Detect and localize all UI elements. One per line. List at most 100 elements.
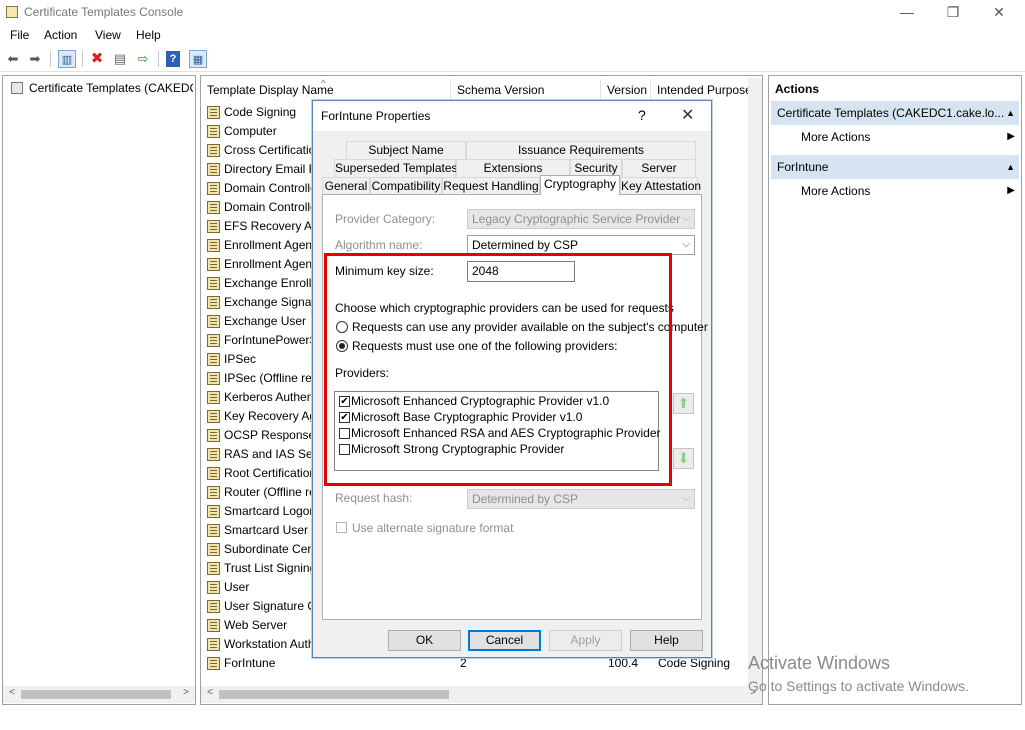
apply-button[interactable]: Apply bbox=[549, 630, 622, 651]
certificate-template-icon bbox=[207, 600, 220, 613]
more-actions-templates[interactable]: More Actions ▶ bbox=[801, 126, 1017, 148]
certificate-template-icon bbox=[207, 201, 220, 214]
radio-specific-providers[interactable] bbox=[336, 340, 348, 352]
ok-button[interactable]: OK bbox=[388, 630, 461, 651]
provider-checkbox[interactable] bbox=[339, 428, 350, 439]
activate-windows-hint: Go to Settings to activate Windows. bbox=[748, 678, 969, 694]
certificate-template-icon bbox=[207, 258, 220, 271]
tab-issuance-requirements[interactable]: Issuance Requirements bbox=[466, 141, 696, 159]
show-action-pane-icon[interactable]: ▦ bbox=[189, 50, 207, 68]
template-name: ForIntune bbox=[224, 656, 276, 670]
certificate-template-icon bbox=[207, 410, 220, 423]
provider-checkbox[interactable]: ✔ bbox=[339, 396, 350, 407]
actions-title: Actions bbox=[775, 82, 820, 96]
chevron-down-icon: ⌵ bbox=[682, 213, 690, 224]
tab-compatibility[interactable]: Compatibility bbox=[370, 177, 442, 195]
close-window-button[interactable]: ✕ bbox=[976, 0, 1022, 25]
tree-item-certificate-templates[interactable]: Certificate Templates (CAKEDC1 bbox=[7, 79, 193, 97]
certificate-folder-icon bbox=[11, 82, 23, 94]
scroll-right-icon[interactable]: > bbox=[179, 687, 193, 698]
radio-specific-providers-label: Requests must use one of the following p… bbox=[352, 339, 618, 353]
certificate-template-icon bbox=[207, 125, 220, 138]
radio-any-provider[interactable] bbox=[336, 321, 348, 333]
column-header-intended-purpose[interactable]: Intended Purpose bbox=[651, 79, 751, 101]
provider-checkbox[interactable]: ✔ bbox=[339, 412, 350, 423]
tab-superseded-templates[interactable]: Superseded Templates bbox=[334, 159, 458, 177]
template-name: Exchange Signature Only bbox=[224, 295, 312, 309]
template-name: Subordinate Certification Authority bbox=[224, 542, 312, 556]
more-actions-forintune[interactable]: More Actions ▶ bbox=[801, 180, 1017, 202]
help-icon[interactable]: ? bbox=[166, 51, 180, 67]
list-horizontal-scrollbar[interactable]: < > bbox=[201, 686, 762, 703]
column-header-schema-version[interactable]: Schema Version bbox=[451, 79, 601, 101]
tab-request-handling[interactable]: Request Handling bbox=[442, 177, 540, 195]
certificate-template-icon bbox=[207, 467, 220, 480]
dialog-close-icon[interactable]: ✕ bbox=[681, 105, 694, 125]
move-up-arrow-icon[interactable]: ⬆ bbox=[673, 393, 694, 414]
forward-arrow-icon[interactable]: ➡ bbox=[26, 50, 44, 68]
minimize-button[interactable]: — bbox=[884, 0, 930, 25]
template-name: Directory Email Replication bbox=[224, 162, 312, 176]
certificate-template-icon bbox=[207, 543, 220, 556]
scroll-left-icon[interactable]: < bbox=[5, 687, 19, 698]
template-name: Domain Controller bbox=[224, 181, 312, 195]
scroll-left-icon[interactable]: < bbox=[203, 687, 217, 698]
toolbar-separator bbox=[50, 51, 51, 67]
collapse-up-icon[interactable]: ▲ bbox=[1006, 101, 1015, 125]
action-group-label: ForIntune bbox=[777, 160, 829, 174]
chevron-down-icon: ⌵ bbox=[682, 239, 690, 250]
tree-horizontal-scrollbar[interactable]: < > bbox=[3, 686, 195, 703]
column-header-version[interactable]: Version bbox=[601, 79, 651, 101]
menu-action[interactable]: Action bbox=[44, 28, 77, 42]
template-name: OCSP Response Signing bbox=[224, 428, 312, 442]
menu-view[interactable]: View bbox=[95, 28, 121, 42]
providers-label: Providers: bbox=[335, 366, 390, 380]
tab-key-attestation[interactable]: Key Attestation bbox=[620, 177, 701, 195]
certificate-template-icon bbox=[207, 144, 220, 157]
provider-category-select: Legacy Cryptographic Service Provider ⌵ bbox=[467, 209, 695, 229]
template-name: Computer bbox=[224, 124, 277, 138]
action-group-certificate-templates[interactable]: Certificate Templates (CAKEDC1.cake.lo..… bbox=[771, 101, 1019, 125]
minimum-key-size-input[interactable]: 2048 bbox=[467, 261, 575, 282]
properties-icon[interactable]: ▤ bbox=[111, 50, 129, 68]
menu-file[interactable]: File bbox=[10, 28, 29, 42]
choose-providers-text: Choose which cryptographic providers can… bbox=[335, 301, 674, 315]
delete-icon[interactable]: ✖ bbox=[88, 50, 106, 68]
template-name: Smartcard Logon bbox=[224, 504, 312, 518]
algorithm-name-value: Determined by CSP bbox=[472, 238, 579, 252]
certificate-template-icon bbox=[207, 638, 220, 651]
provider-name: Microsoft Enhanced Cryptographic Provide… bbox=[351, 394, 610, 408]
scrollbar-thumb[interactable] bbox=[219, 690, 449, 699]
certificate-template-icon bbox=[207, 353, 220, 366]
list-vertical-scrollbar[interactable] bbox=[748, 78, 762, 688]
help-button[interactable]: Help bbox=[630, 630, 703, 651]
cancel-button[interactable]: Cancel bbox=[468, 630, 541, 651]
tab-server[interactable]: Server bbox=[622, 159, 696, 177]
template-name: Kerberos Authentication bbox=[224, 390, 312, 404]
tab-cryptography[interactable]: Cryptography bbox=[540, 175, 620, 195]
back-arrow-icon[interactable]: ⬅ bbox=[4, 50, 22, 68]
certificate-template-icon bbox=[207, 524, 220, 537]
export-list-icon[interactable]: ⇨ bbox=[134, 50, 152, 68]
collapse-up-icon[interactable]: ▲ bbox=[1006, 155, 1015, 179]
move-down-arrow-icon[interactable]: ⬇ bbox=[673, 448, 694, 469]
alternate-signature-checkbox[interactable] bbox=[336, 522, 347, 533]
toolbar-separator bbox=[82, 51, 83, 67]
template-name: User bbox=[224, 580, 250, 594]
show-hide-tree-icon[interactable]: ▥ bbox=[58, 50, 76, 68]
dialog-title: ForIntune Properties bbox=[321, 109, 431, 123]
tab-subject-name[interactable]: Subject Name bbox=[346, 141, 466, 159]
algorithm-name-select[interactable]: Determined by CSP ⌵ bbox=[467, 235, 695, 255]
maximize-button[interactable]: ❐ bbox=[930, 0, 976, 25]
submenu-arrow-icon: ▶ bbox=[1007, 185, 1015, 196]
menu-help[interactable]: Help bbox=[136, 28, 161, 42]
column-header-display-name[interactable]: ^ Template Display Name bbox=[201, 79, 451, 101]
scrollbar-thumb[interactable] bbox=[21, 690, 171, 699]
provider-checkbox[interactable] bbox=[339, 444, 350, 455]
tab-general[interactable]: General bbox=[322, 177, 370, 195]
certificate-template-icon bbox=[207, 486, 220, 499]
template-name: User Signature Only bbox=[224, 599, 312, 613]
dialog-help-icon[interactable]: ? bbox=[638, 107, 646, 123]
action-group-forintune[interactable]: ForIntune ▲ bbox=[771, 155, 1019, 179]
provider-category-value: Legacy Cryptographic Service Provider bbox=[472, 212, 681, 226]
